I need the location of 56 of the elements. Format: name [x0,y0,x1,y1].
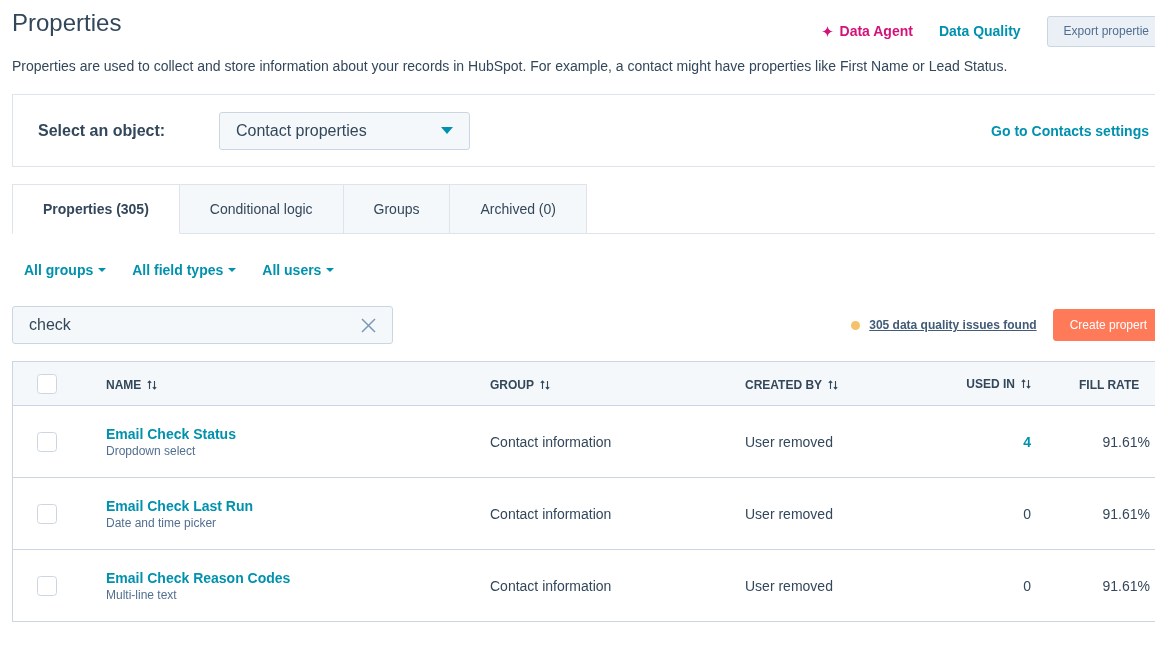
sort-icon [1021,378,1031,389]
contacts-settings-link[interactable]: Go to Contacts settings [991,122,1149,139]
create-property-button[interactable]: Create propert [1052,309,1155,341]
data-quality-issues-link[interactable]: 305 data quality issues found [869,318,1037,332]
sparkle-icon [821,25,833,37]
table-cell: Contact information [490,433,612,450]
data-agent-link[interactable]: Data Agent [821,23,913,39]
sort-icon [828,379,839,390]
filter-dropdown[interactable]: All groups [24,262,107,278]
select-all-checkbox[interactable] [37,373,57,394]
table-cell: 0 [1023,577,1031,594]
tab[interactable]: Conditional logic [179,184,344,234]
caret-icon [228,268,237,272]
row-checkbox[interactable] [37,503,57,524]
column-header[interactable]: GROUP [490,377,550,392]
table-cell: Contact information [490,505,612,522]
column-header: FILL RATE [1079,377,1140,392]
data-quality-link[interactable]: Data Quality [938,23,1021,39]
table-cell: User removed [745,433,833,450]
row-checkbox[interactable] [37,575,57,596]
table-cell: User removed [745,505,833,522]
filter-dropdown[interactable]: All users [262,262,335,278]
page-description: Properties are used to collect and store information about your records in HubSpot. For example, a contact might have properties like First Name or Lead Status. [12,57,1009,75]
export-button[interactable]: Export propertie [1046,15,1155,47]
object-dropdown[interactable]: Contact properties [219,111,470,150]
table-cell: 0 [1023,505,1031,522]
table-cell: 91.61% [1102,577,1150,594]
field-type-text: Multi-line text [106,587,177,602]
property-name-link[interactable]: Email Check Status [106,425,236,442]
column-header[interactable]: CREATED BY [745,377,839,392]
table-cell: User removed [745,577,833,594]
used-in-link[interactable]: 4 [1023,433,1031,450]
tab[interactable]: Groups [343,184,451,234]
column-header[interactable]: NAME [106,377,158,392]
caret-icon [326,268,335,272]
table-cell: Contact information [490,577,612,594]
tab[interactable]: Archived (0) [450,184,587,234]
property-name-link[interactable]: Email Check Last Run [106,497,254,514]
table-cell: 91.61% [1102,433,1150,450]
filter-dropdown[interactable]: All field types [132,262,237,278]
field-type-text: Dropdown select [106,443,196,458]
table-cell: 91.61% [1102,505,1150,522]
close-icon[interactable] [361,318,376,333]
status-dot-icon [851,320,861,330]
row-checkbox[interactable] [37,431,57,452]
tab[interactable]: Properties (305) [12,184,180,234]
field-type-text: Date and time picker [106,515,217,530]
search-field[interactable]: check [12,306,393,344]
sort-icon [147,379,158,390]
page-title: Properties [12,8,122,38]
caret-icon [98,268,107,272]
select-object-label: Select an object: [38,121,167,140]
column-header[interactable]: USED IN [966,376,1031,391]
sort-icon [540,379,550,390]
caret-icon [441,127,453,134]
property-name-link[interactable]: Email Check Reason Codes [106,569,291,586]
